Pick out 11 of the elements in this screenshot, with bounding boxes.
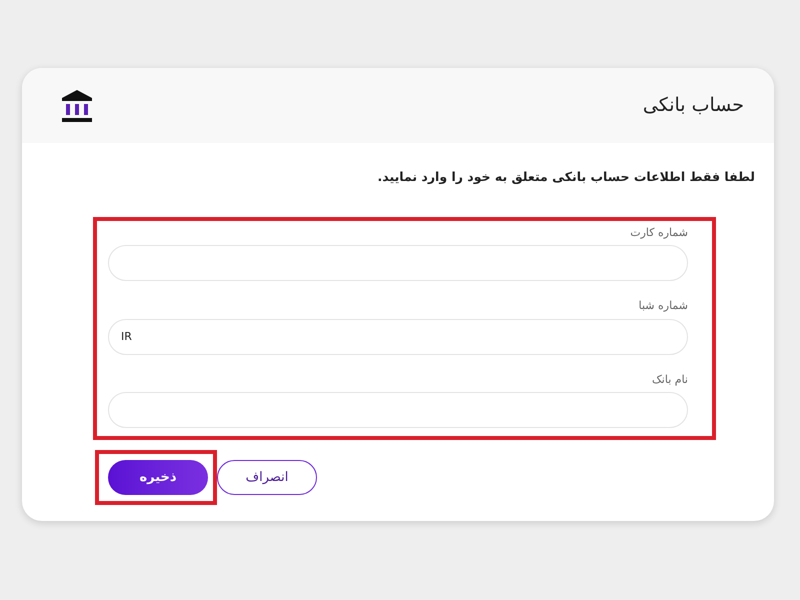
- save-button[interactable]: ذخیره: [108, 460, 208, 496]
- input-field[interactable]: [108, 245, 688, 282]
- instruction-text: لطفا فقط اطلاعات حساب بانکی متعلق به خود را وارد نمایید.: [376, 168, 755, 186]
- field-label: نام بانک: [650, 372, 688, 388]
- input-field[interactable]: [108, 392, 688, 428]
- card-title: حساب بانکی: [642, 93, 744, 118]
- field-label: شماره کارت: [629, 224, 688, 241]
- input-field[interactable]: IR: [108, 318, 688, 355]
- bank-icon: [62, 90, 92, 122]
- field-label: شماره شبا: [638, 298, 688, 314]
- cancel-button[interactable]: انصراف: [217, 460, 317, 496]
